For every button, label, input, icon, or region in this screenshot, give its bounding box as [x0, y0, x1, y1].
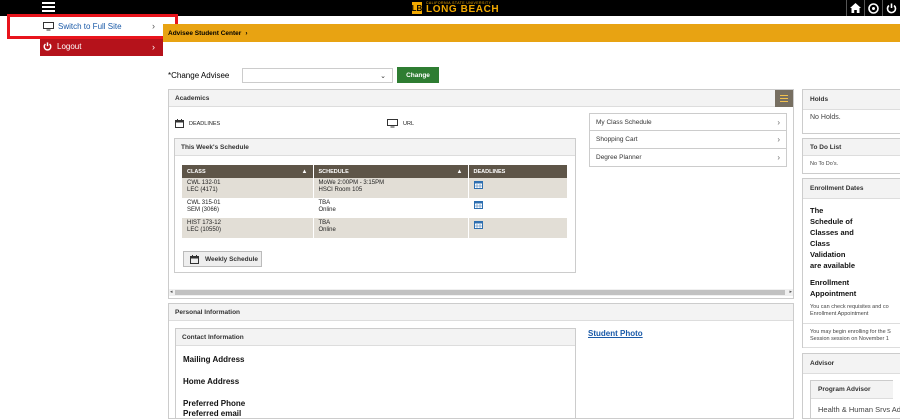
- todo-panel: To Do List No To Do's.: [802, 138, 900, 174]
- schedule-room: Online: [318, 207, 336, 213]
- scroll-left-icon[interactable]: ◂: [170, 289, 173, 295]
- advisor-panel: Advisor Program Advisor Health & Human S…: [802, 353, 900, 419]
- calendar-icon[interactable]: [473, 200, 483, 209]
- chevron-right-icon: ›: [777, 135, 780, 144]
- enrollment-appointment-heading: Enrollment Appointment: [810, 278, 857, 298]
- schedule-table: CLASS ▲ SCHEDULE ▲ DEADLINES CWL 132-01 LEC…: [182, 165, 568, 238]
- home-icon[interactable]: [846, 0, 864, 16]
- class-name[interactable]: CWL 132-01: [187, 180, 308, 187]
- academics-menu-icon[interactable]: [775, 90, 793, 107]
- deadlines-label: DEADLINES: [189, 120, 221, 127]
- academics-links: My Class Schedule › Shopping Cart › Degree…: [589, 113, 787, 167]
- schedule-time: TBA: [318, 200, 331, 206]
- sort-up-icon: ▲: [456, 168, 463, 175]
- chevron-down-icon: ⌄: [380, 72, 386, 80]
- column-header-class[interactable]: CLASS ▲: [182, 165, 314, 178]
- schedule-room: HSCI Room 105: [318, 187, 363, 193]
- scrollbar-thumb[interactable]: [175, 290, 785, 295]
- academics-title: Academics: [169, 90, 793, 107]
- url-label: URL: [403, 120, 415, 127]
- breadcrumb-label[interactable]: Advisee Student Center: [168, 30, 241, 37]
- advisor-name: Health & Human Srvs Adv: [818, 405, 900, 414]
- chevron-right-icon: ›: [152, 41, 155, 52]
- program-advisor-box: Program Advisor Health & Human Srvs Adv: [810, 380, 900, 419]
- preferred-phone-label: Preferred Phone: [183, 399, 246, 408]
- todo-text: No To Do's.: [810, 161, 839, 167]
- link-label: Degree Planner: [596, 154, 642, 161]
- logo-mark: LB: [411, 2, 423, 14]
- link-label: My Class Schedule: [596, 118, 652, 126]
- change-advisee-label: *Change Advisee: [168, 70, 230, 80]
- deadlines-link[interactable]: DEADLINES: [175, 119, 220, 128]
- class-section: LEC (10550): [187, 227, 222, 233]
- highlight-box: [7, 14, 178, 39]
- home-address-label: Home Address: [183, 377, 240, 386]
- preferred-email-label: Preferred email: [183, 409, 242, 418]
- logout-item[interactable]: Logout ›: [40, 37, 163, 56]
- my-class-schedule-link[interactable]: My Class Schedule ›: [589, 113, 787, 131]
- compass-icon[interactable]: [864, 0, 882, 16]
- personal-information-title: Personal Information: [169, 304, 793, 321]
- enrolling-text-line2: Session session on November 1: [810, 335, 889, 342]
- chevron-right-icon: ›: [777, 117, 780, 127]
- weekly-schedule-panel: This Week's Schedule CLASS ▲ SCHEDULE ▲ DE…: [174, 138, 576, 273]
- column-header-deadlines: DEADLINES: [468, 165, 568, 178]
- table-row: CWL 315-01 SEM (3066) TBA Online: [182, 198, 568, 218]
- class-section: SEM (3066): [187, 207, 220, 213]
- holds-panel: Holds No Holds.: [802, 89, 900, 134]
- calendar-icon: [175, 119, 184, 128]
- table-row: CWL 132-01 LEC (4171) MoWe 2:00PM - 3:15P…: [182, 178, 568, 198]
- sort-up-icon: ▲: [301, 168, 308, 175]
- schedule-time: MoWe 2:00PM - 3:15PM: [318, 180, 385, 186]
- breadcrumb: Advisee Student Center ›: [163, 24, 900, 42]
- logout-label: Logout: [57, 42, 82, 51]
- todo-title: To Do List: [803, 139, 900, 156]
- horizontal-scrollbar[interactable]: ◂ ▸: [169, 289, 793, 296]
- scroll-right-icon[interactable]: ▸: [789, 289, 792, 295]
- student-photo-link[interactable]: Student Photo: [588, 329, 643, 338]
- advisor-title: Advisor: [803, 354, 900, 374]
- enrollment-dates-panel: Enrollment Dates The Schedule of Classes…: [802, 178, 900, 359]
- enrollment-dates-title: Enrollment Dates: [803, 179, 900, 199]
- chevron-right-icon: ›: [245, 29, 248, 37]
- link-label: Shopping Cart: [596, 136, 638, 143]
- logo-title: LONG BEACH: [426, 4, 500, 15]
- appointment-text-line1: You can check requisites and co: [810, 304, 889, 310]
- appointment-text-line2: Enrollment Appointment: [810, 310, 869, 317]
- advisee-select[interactable]: ⌄: [242, 67, 393, 83]
- contact-information-title: Contact Information: [176, 329, 575, 346]
- power-icon: [43, 42, 52, 51]
- weekly-schedule-button-label: Weekly Schedule: [205, 255, 258, 263]
- schedule-room: Online: [318, 227, 336, 233]
- contact-information-panel: Contact Information Mailing Address Home…: [175, 328, 576, 419]
- program-advisor-title: Program Advisor: [811, 381, 893, 399]
- monitor-icon: [387, 119, 398, 128]
- degree-planner-link[interactable]: Degree Planner ›: [589, 149, 787, 167]
- change-button[interactable]: Change: [397, 67, 439, 83]
- class-section: LEC (4171): [187, 187, 218, 193]
- schedule-time: TBA: [318, 220, 331, 226]
- power-icon[interactable]: [882, 0, 900, 16]
- shopping-cart-link[interactable]: Shopping Cart ›: [589, 131, 787, 149]
- mailing-address-label: Mailing Address: [183, 355, 245, 364]
- calendar-icon[interactable]: [473, 180, 483, 189]
- schedule-available-heading: The Schedule of Classes and Class Valida…: [810, 206, 856, 270]
- class-name[interactable]: HIST 173-12: [187, 220, 308, 227]
- calendar-icon[interactable]: [473, 220, 483, 229]
- url-link[interactable]: URL: [387, 119, 414, 128]
- weekly-schedule-title: This Week's Schedule: [175, 139, 575, 156]
- chevron-right-icon: ›: [777, 153, 780, 162]
- enrolling-text-line1: You may begin enrolling for the S: [810, 329, 891, 335]
- column-header-schedule[interactable]: SCHEDULE ▲: [313, 165, 469, 178]
- change-advisee-row: *Change Advisee ⌄ Change: [168, 67, 439, 83]
- weekly-schedule-button[interactable]: Weekly Schedule: [183, 251, 262, 267]
- holds-title: Holds: [803, 90, 900, 110]
- hamburger-menu-icon[interactable]: [42, 2, 55, 13]
- calendar-icon: [190, 254, 199, 264]
- class-name[interactable]: CWL 315-01: [187, 200, 308, 207]
- university-logo: LB CALIFORNIA STATE UNIVERSITY LONG BEAC…: [412, 1, 499, 15]
- holds-text: No Holds.: [810, 114, 841, 121]
- table-row: HIST 173-12 LEC (10550) TBA Online: [182, 218, 568, 238]
